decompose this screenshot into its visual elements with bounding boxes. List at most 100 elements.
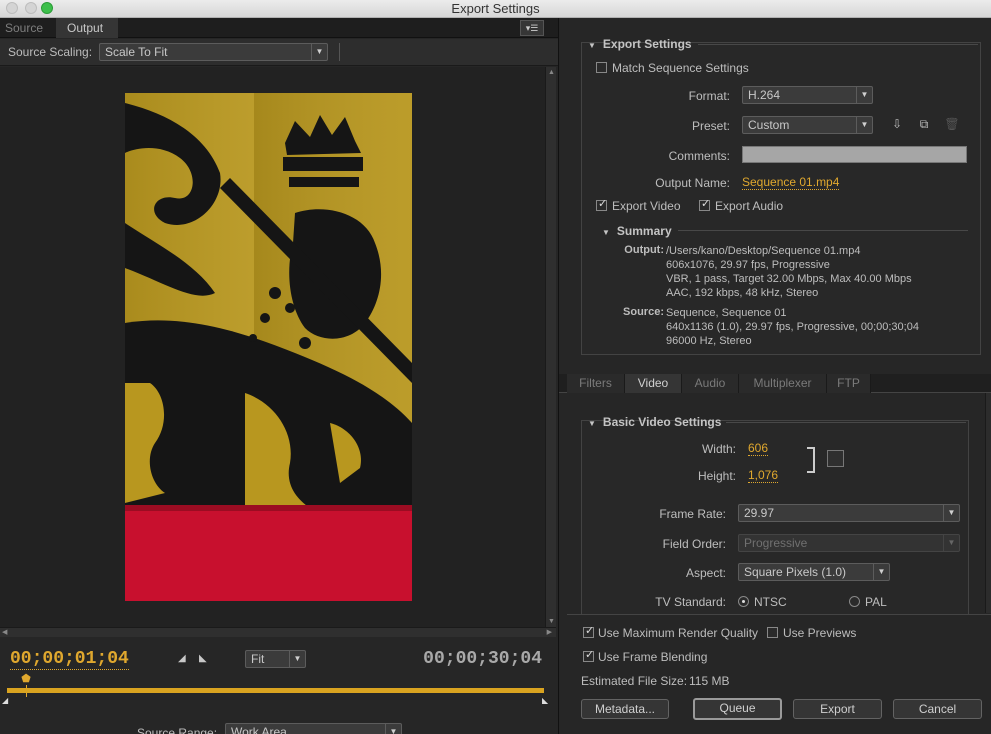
aspect-value: Square Pixels (1.0) bbox=[744, 565, 847, 579]
minimize-window-button[interactable] bbox=[25, 2, 37, 14]
pal-radio[interactable] bbox=[849, 596, 860, 607]
scroll-left-icon[interactable]: ◀ bbox=[2, 628, 7, 636]
field-order-label: Field Order: bbox=[662, 537, 726, 551]
summary-source-label: Source: bbox=[623, 306, 664, 318]
source-scaling-row: Source Scaling: Scale To Fit ▼ bbox=[0, 39, 558, 66]
width-value[interactable]: 606 bbox=[748, 442, 769, 456]
ntsc-label: NTSC bbox=[754, 595, 787, 609]
summary-output-label: Output: bbox=[624, 244, 664, 256]
preset-label: Preset: bbox=[691, 119, 730, 133]
format-dropdown[interactable]: H.264 ▼ bbox=[742, 86, 873, 104]
chevron-down-icon: ▼ bbox=[311, 44, 327, 60]
constrain-proportions-toggle[interactable] bbox=[827, 450, 844, 467]
tab-source[interactable]: Source bbox=[0, 18, 56, 38]
divider bbox=[698, 44, 978, 45]
settings-scrollbar[interactable] bbox=[985, 393, 991, 613]
match-sequence-label: Match Sequence Settings bbox=[612, 61, 749, 75]
window-title: Export Settings bbox=[451, 1, 540, 16]
zoom-dropdown[interactable]: Fit ▼ bbox=[245, 650, 306, 668]
tab-multiplexer[interactable]: Multiplexer bbox=[739, 374, 827, 393]
work-area-end-handle[interactable]: ◣ bbox=[542, 696, 548, 705]
zoom-value: Fit bbox=[251, 652, 265, 666]
ntsc-radio[interactable] bbox=[738, 596, 749, 607]
tab-output[interactable]: Output bbox=[56, 18, 118, 38]
queue-button[interactable]: Queue bbox=[693, 698, 782, 720]
chevron-down-icon: ▼ bbox=[943, 535, 959, 551]
video-preview bbox=[0, 67, 545, 627]
comments-input[interactable] bbox=[742, 146, 967, 163]
preview-tabs: Source Output ▾☰ bbox=[0, 18, 558, 38]
match-sequence-checkbox[interactable] bbox=[596, 62, 607, 73]
metadata-button[interactable]: Metadata... bbox=[581, 699, 669, 719]
frame-rate-label: Frame Rate: bbox=[659, 507, 726, 521]
preset-value: Custom bbox=[748, 118, 790, 132]
frame-blending-checkbox[interactable] bbox=[583, 648, 594, 662]
use-previews-checkbox[interactable] bbox=[767, 627, 778, 638]
tv-standard-label: TV Standard: bbox=[655, 595, 726, 609]
summary-line: 606x1076, 29.97 fps, Progressive bbox=[666, 259, 830, 271]
max-render-quality-checkbox[interactable] bbox=[583, 624, 594, 638]
delete-preset-icon[interactable]: 🗑 bbox=[943, 116, 961, 132]
chevron-down-icon: ▼ bbox=[385, 724, 401, 734]
preview-horizontal-scrollbar[interactable]: ◀ ▶ bbox=[0, 627, 556, 637]
save-preset-icon[interactable]: ⇩ bbox=[888, 116, 906, 132]
source-scaling-dropdown[interactable]: Scale To Fit ▼ bbox=[99, 43, 328, 61]
divider bbox=[678, 230, 968, 231]
export-settings-heading[interactable]: ▼ Export Settings bbox=[588, 37, 692, 51]
use-previews-label: Use Previews bbox=[783, 626, 857, 640]
tab-audio[interactable]: Audio bbox=[682, 374, 739, 393]
basic-video-settings-heading[interactable]: ▼ Basic Video Settings bbox=[588, 415, 721, 429]
summary-line: /Users/kano/Desktop/Sequence 01.mp4 bbox=[666, 245, 861, 257]
source-scaling-label: Source Scaling: bbox=[8, 45, 93, 59]
aspect-dropdown[interactable]: Square Pixels (1.0) ▼ bbox=[738, 563, 890, 581]
export-video-checkbox[interactable] bbox=[596, 197, 607, 211]
chevron-down-icon: ▼ bbox=[943, 505, 959, 521]
mark-out-icon[interactable]: ◣ bbox=[199, 653, 207, 664]
format-value: H.264 bbox=[748, 88, 781, 102]
chevron-down-icon: ▼ bbox=[873, 564, 889, 580]
tab-filters[interactable]: Filters bbox=[567, 374, 625, 393]
preview-frame bbox=[125, 93, 412, 601]
summary-line: VBR, 1 pass, Target 32.00 Mbps, Max 40.0… bbox=[666, 273, 912, 285]
close-window-button[interactable] bbox=[6, 2, 18, 14]
preview-vertical-scrollbar[interactable]: ▲ ▼ bbox=[545, 67, 556, 627]
height-label: Height: bbox=[697, 469, 736, 483]
zoom-window-button[interactable] bbox=[41, 2, 53, 14]
mark-in-icon[interactable]: ◢ bbox=[178, 653, 186, 664]
summary-output-text: /Users/kano/Desktop/Sequence 01.mp4 606x… bbox=[666, 244, 912, 300]
output-name-link[interactable]: Sequence 01.mp4 bbox=[742, 176, 840, 190]
export-audio-label: Export Audio bbox=[715, 199, 784, 213]
aspect-label: Aspect: bbox=[685, 566, 726, 580]
cancel-button[interactable]: Cancel bbox=[893, 699, 982, 719]
export-audio-checkbox[interactable] bbox=[699, 197, 710, 211]
height-value[interactable]: 1,076 bbox=[748, 469, 779, 483]
scroll-right-icon[interactable]: ▶ bbox=[547, 628, 552, 636]
source-range-value: Work Area bbox=[231, 725, 287, 734]
preview-panel: Source Output ▾☰ Source Scaling: Scale T… bbox=[0, 18, 558, 734]
current-timecode[interactable]: 00;00;01;04 bbox=[10, 649, 129, 670]
panel-menu-icon[interactable]: ▾☰ bbox=[520, 20, 544, 36]
settings-panel: ▼ Export Settings Match Sequence Settings… bbox=[558, 18, 991, 734]
source-range-dropdown[interactable]: Work Area ▼ bbox=[225, 723, 402, 734]
field-order-dropdown[interactable]: Progressive ▼ bbox=[738, 534, 960, 552]
source-scaling-value: Scale To Fit bbox=[105, 45, 168, 59]
tab-video[interactable]: Video bbox=[625, 374, 682, 393]
export-button[interactable]: Export bbox=[793, 699, 882, 719]
frame-rate-dropdown[interactable]: 29.97 ▼ bbox=[738, 504, 960, 522]
summary-heading[interactable]: ▼ Summary bbox=[602, 224, 672, 238]
disclosure-triangle-icon: ▼ bbox=[588, 41, 596, 50]
basic-video-settings-section: ▼ Basic Video Settings Width: 606 Height:… bbox=[581, 415, 969, 614]
import-preset-icon[interactable]: ⧉ bbox=[915, 116, 933, 132]
tab-ftp[interactable]: FTP bbox=[827, 374, 871, 393]
divider bbox=[726, 422, 966, 423]
preset-dropdown[interactable]: Custom ▼ bbox=[742, 116, 873, 134]
duration-timecode: 00;00;30;04 bbox=[423, 649, 542, 669]
chevron-down-icon: ▼ bbox=[856, 87, 872, 103]
scroll-up-icon[interactable]: ▲ bbox=[548, 69, 555, 76]
comments-label: Comments: bbox=[668, 149, 730, 163]
timeline-bar[interactable] bbox=[7, 688, 544, 693]
scroll-down-icon[interactable]: ▼ bbox=[548, 618, 555, 625]
summary-line: 96000 Hz, Stereo bbox=[666, 335, 752, 347]
frame-rate-value: 29.97 bbox=[744, 506, 775, 520]
work-area-start-handle[interactable]: ◢ bbox=[2, 696, 8, 705]
